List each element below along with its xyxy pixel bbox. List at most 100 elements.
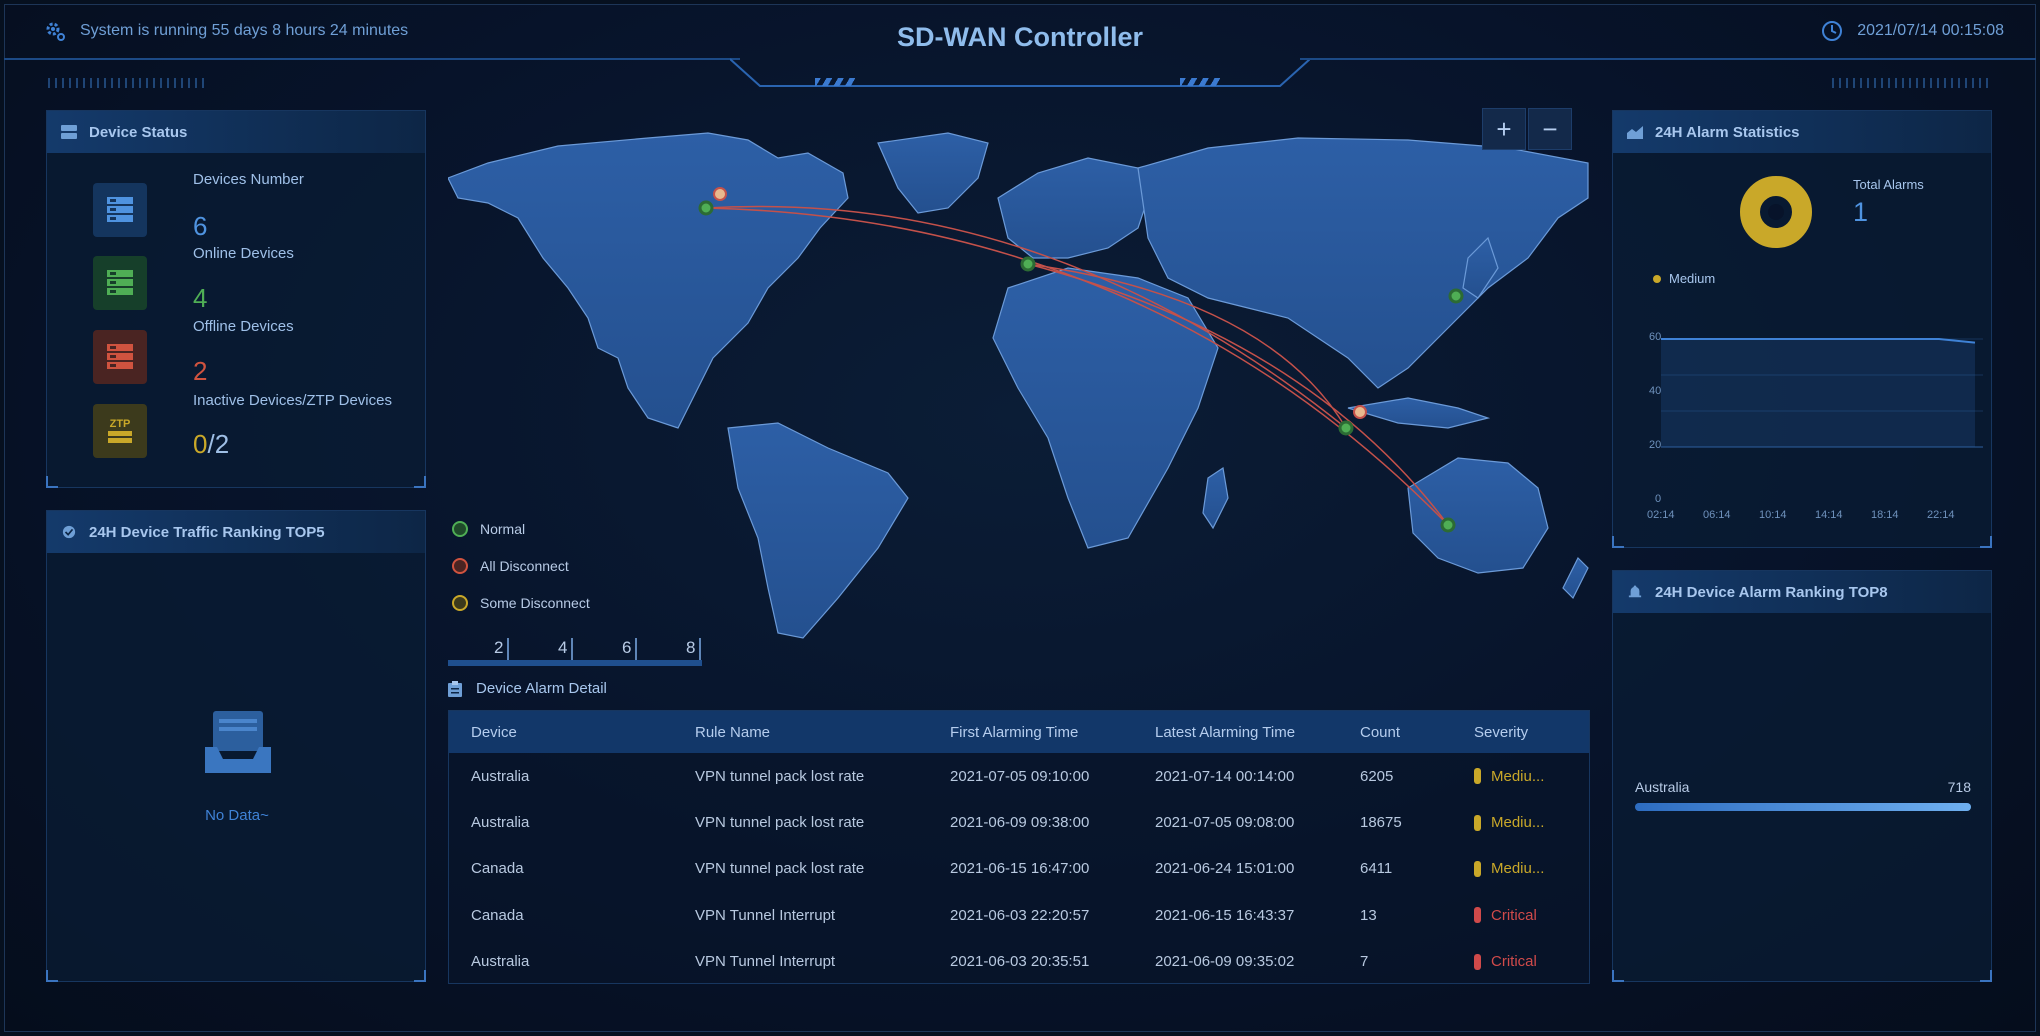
clock: 2021/07/14 00:15:08 xyxy=(1821,20,2004,42)
madagascar-shape xyxy=(1202,466,1229,530)
y-tick-0: 0 xyxy=(1655,493,1662,505)
cell-first-time: 2021-06-09 09:38:00 xyxy=(950,814,1090,832)
alarm-area xyxy=(1661,339,1975,447)
devices-number-label: Devices Number xyxy=(193,171,304,188)
col-count[interactable]: Count xyxy=(1360,724,1474,741)
europe-shape xyxy=(997,157,1149,259)
traffic-ranking-panel: 24H Device Traffic Ranking TOP5 No Data~ xyxy=(46,510,426,982)
table-header: Device Rule Name First Alarming Time Lat… xyxy=(449,711,1589,753)
alarm-donut-chart xyxy=(1740,176,1812,248)
device-point-australia xyxy=(1440,517,1456,533)
area-chart-icon xyxy=(1627,126,1643,139)
no-data-text: No Data~ xyxy=(205,807,269,824)
alarm-detail-heading: Device Alarm Detail xyxy=(448,680,607,697)
ranking-bar-track xyxy=(1635,803,1971,811)
table-row[interactable]: Australia VPN Tunnel Interrupt 2021-06-03 … xyxy=(449,939,1589,985)
inactive-ztp-label: Inactive Devices/ZTP Devices xyxy=(193,392,392,409)
device-status-header: Device Status xyxy=(47,111,425,153)
header-stripes-left xyxy=(815,78,855,86)
cell-first-time: 2021-06-15 16:47:00 xyxy=(950,860,1090,878)
cell-count: 6411 xyxy=(1360,860,1393,878)
cell-count: 18675 xyxy=(1360,814,1402,832)
table-row[interactable]: Canada VPN tunnel pack lost rate 2021-06-1… xyxy=(449,846,1589,892)
new-zealand-shape xyxy=(1562,556,1589,600)
zoom-in-button[interactable]: + xyxy=(1482,108,1526,150)
cell-device: Australia xyxy=(471,953,530,971)
table-row[interactable]: Australia VPN tunnel pack lost rate 2021-0… xyxy=(449,753,1589,799)
y-tick-60: 60 xyxy=(1649,331,1662,343)
online-devices-label: Online Devices xyxy=(193,245,294,262)
clipboard-icon xyxy=(448,680,462,697)
cell-first-time: 2021-07-05 09:10:00 xyxy=(950,767,1090,785)
scale-bar xyxy=(448,660,702,666)
check-circle-icon xyxy=(62,525,76,539)
legend-some-disconnect: Some Disconnect xyxy=(452,595,590,611)
alarm-bell-icon xyxy=(1628,585,1642,598)
col-severity[interactable]: Severity xyxy=(1474,724,1589,741)
cell-count: 6205 xyxy=(1360,767,1394,785)
table-row[interactable]: Australia VPN tunnel pack lost rate 2021-0… xyxy=(449,799,1589,845)
cell-device: Australia xyxy=(471,814,530,832)
cell-rule: VPN tunnel pack lost rate xyxy=(695,814,865,832)
cell-device: Canada xyxy=(471,906,524,924)
africa-shape xyxy=(992,267,1219,549)
cell-latest-time: 2021-06-15 16:43:37 xyxy=(1155,906,1295,924)
x-tick-5: 18:14 xyxy=(1871,509,1899,521)
ranking-name: Australia xyxy=(1635,779,1690,795)
col-first-time[interactable]: First Alarming Time xyxy=(950,724,1155,741)
alarm-ranking-panel: 24H Device Alarm Ranking TOP8 Australia … xyxy=(1612,570,1992,982)
ranking-bar xyxy=(1635,803,1971,811)
alarm-stats-panel: 24H Alarm Statistics Total Alarms 1 Medi… xyxy=(1612,110,1992,548)
x-tick-3: 10:14 xyxy=(1759,509,1787,521)
map-scale: 2 4 6 8 xyxy=(448,636,702,666)
ztp-icon: ZTP xyxy=(93,404,147,458)
datetime-text: 2021/07/14 00:15:08 xyxy=(1857,22,2004,39)
australia-shape xyxy=(1407,457,1549,574)
greenland-shape xyxy=(877,132,989,214)
list-icon xyxy=(61,125,77,139)
cell-first-time: 2021-06-03 20:35:51 xyxy=(950,953,1090,971)
legend-all-disconnect-dot xyxy=(452,558,468,574)
cell-latest-time: 2021-07-05 09:08:00 xyxy=(1155,814,1295,832)
severity-text: Critical xyxy=(1491,953,1537,971)
device-status-panel: Device Status Devices Number 6 Online De… xyxy=(46,110,426,488)
device-point-japan xyxy=(1448,288,1464,304)
y-tick-40: 40 xyxy=(1649,385,1662,397)
col-device[interactable]: Device xyxy=(449,724,695,741)
cell-severity: Critical xyxy=(1474,907,1589,924)
table-row[interactable]: Canada VPN Tunnel Interrupt 2021-06-03 22:… xyxy=(449,892,1589,938)
cell-severity: Critical xyxy=(1474,953,1589,970)
ruler-left xyxy=(48,78,208,88)
device-point-singapore xyxy=(1338,420,1354,436)
y-tick-20: 20 xyxy=(1649,439,1662,451)
alarm-ranking-header: 24H Device Alarm Ranking TOP8 xyxy=(1613,571,1991,613)
indonesia-shape xyxy=(1347,397,1491,429)
legend-medium-dot xyxy=(1653,274,1661,283)
north-america-shape xyxy=(448,132,849,429)
header: System is running 55 days 8 hours 24 min… xyxy=(0,0,2040,90)
legend-some-disconnect-dot xyxy=(452,595,468,611)
col-latest-time[interactable]: Latest Alarming Time xyxy=(1155,724,1360,741)
clock-icon xyxy=(1822,21,1843,41)
severity-text: Mediu... xyxy=(1491,860,1545,878)
x-tick-6: 22:14 xyxy=(1927,509,1955,521)
cell-severity: Mediu... xyxy=(1474,768,1589,785)
zoom-out-button[interactable]: − xyxy=(1528,108,1572,150)
south-america-shape xyxy=(727,422,909,639)
server-offline-icon xyxy=(93,330,147,384)
page-title: SD-WAN Controller xyxy=(897,22,1143,52)
severity-text: Mediu... xyxy=(1491,814,1545,832)
cell-rule: VPN tunnel pack lost rate xyxy=(695,767,865,785)
col-rule-name[interactable]: Rule Name xyxy=(695,724,950,741)
alarm-area-chart xyxy=(1661,338,1983,448)
severity-text: Critical xyxy=(1491,906,1537,924)
cell-severity: Mediu... xyxy=(1474,860,1589,877)
empty-inbox-icon xyxy=(205,711,271,773)
cell-device: Australia xyxy=(471,767,530,785)
cell-latest-time: 2021-06-24 15:01:00 xyxy=(1155,860,1295,878)
cell-first-time: 2021-06-03 22:20:57 xyxy=(950,906,1090,924)
server-online-icon xyxy=(93,256,147,310)
cell-count: 13 xyxy=(1360,906,1377,924)
world-map[interactable] xyxy=(448,118,1590,678)
devices-number-value: 6 xyxy=(193,211,208,241)
